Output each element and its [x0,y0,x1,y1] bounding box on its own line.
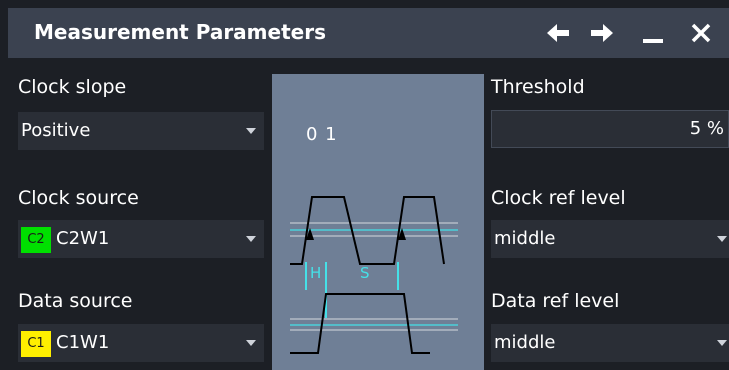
clock-source-dropdown[interactable]: C2 C2W1 [18,220,264,258]
threshold-value: 5 % [689,118,724,139]
chevron-down-icon [246,128,256,134]
minimize-icon[interactable] [638,19,668,47]
data-ref-level-label: Data ref level [491,290,620,312]
data-ref-level-dropdown[interactable]: middle [491,324,729,362]
clock-slope-dropdown[interactable]: Positive [18,112,264,150]
chevron-down-icon [717,340,727,346]
chevron-down-icon [717,236,727,242]
threshold-label: Threshold [491,76,585,98]
title-bar: Measurement Parameters [8,8,729,58]
hold-marker-label: H [310,264,322,282]
channel-badge-c2: C2 [21,227,51,253]
data-source-label: Data source [18,290,133,312]
channel-badge-c1: C1 [21,331,51,357]
dialog-content: Clock slope Positive Clock source C2 C2W… [8,58,729,370]
clock-ref-level-dropdown[interactable]: middle [491,220,729,258]
data-source-value: C1W1 [56,332,110,353]
clock-source-value: C2W1 [56,228,110,249]
data-source-dropdown[interactable]: C1 C1W1 [18,324,264,362]
setup-marker-label: S [360,264,370,282]
forward-arrow-icon[interactable] [586,19,616,47]
clock-ref-level-label: Clock ref level [491,187,626,209]
chevron-down-icon [246,340,256,346]
close-icon[interactable] [686,19,716,47]
clock-slope-label: Clock slope [18,76,127,98]
threshold-input[interactable]: 5 % [491,110,729,148]
dialog-title: Measurement Parameters [34,20,326,44]
chevron-down-icon [246,236,256,242]
setup-hold-diagram: 0 1 H S [272,74,484,370]
data-ref-level-value: middle [494,332,556,353]
timing-diagram-graphic [290,196,458,354]
clock-source-label: Clock source [18,187,139,209]
back-arrow-icon[interactable] [544,19,574,47]
clock-slope-value: Positive [21,120,91,141]
clock-ref-level-value: middle [494,228,556,249]
